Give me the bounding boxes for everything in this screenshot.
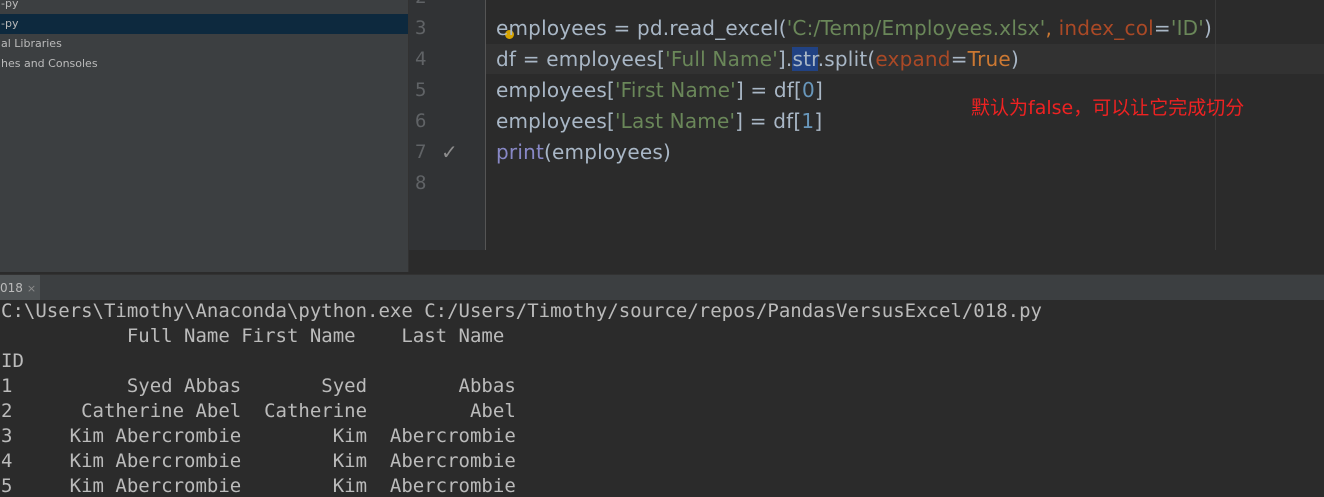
console-output-line: ID xyxy=(1,350,24,372)
code-line-6: employees['Last Name'] = df[1] xyxy=(496,109,823,133)
line-number: 8 xyxy=(415,172,427,194)
project-item-file-selected[interactable]: -py xyxy=(0,14,408,34)
console-output-line: 2 Catherine Abel Catherine Abel xyxy=(1,400,516,422)
line-number: 2 xyxy=(415,0,441,8)
project-item-label: al Libraries xyxy=(1,37,62,50)
console-output-line: 4 Kim Abercrombie Kim Abercrombie xyxy=(1,450,516,472)
console-command-line: C:\Users\Timothy\Anaconda\python.exe C:/… xyxy=(1,300,1042,322)
line-number: 4 xyxy=(415,48,427,70)
line-gutter: 2 3 4 5 6 7 ✓ 8 xyxy=(409,0,486,250)
code-line-7: print(employees) xyxy=(496,140,671,164)
run-console[interactable]: C:\Users\Timothy\Anaconda\python.exe C:/… xyxy=(0,300,1324,497)
run-tab-bar: 018 × xyxy=(0,274,1324,302)
close-icon[interactable]: × xyxy=(27,282,36,295)
checkmark-icon: ✓ xyxy=(441,140,458,164)
console-output-line: 1 Syed Abbas Syed Abbas xyxy=(1,375,516,397)
code-line-5: employees['First Name'] = df[0] xyxy=(496,78,823,102)
line-number: 5 xyxy=(415,79,427,101)
line-number: 3 xyxy=(415,17,427,39)
run-tab[interactable]: 018 × xyxy=(0,275,41,301)
code-line-4: df = employees['Full Name'].str.split(ex… xyxy=(496,47,1019,71)
project-item-label: hes and Consoles xyxy=(1,57,98,70)
right-margin-guide xyxy=(1215,0,1216,250)
project-item-file[interactable]: -py xyxy=(0,0,408,14)
line-number: 6 xyxy=(415,110,427,132)
project-item-external-libraries[interactable]: al Libraries xyxy=(0,34,408,54)
project-item-label: -py xyxy=(1,17,19,30)
code-editor[interactable]: 2 3 4 5 6 7 ✓ 8 employees = pd.read_exce… xyxy=(408,0,1324,272)
selected-text: str xyxy=(792,47,818,71)
code-line-3: employees = pd.read_excel('C:/Temp/Emplo… xyxy=(496,16,1212,40)
project-panel: -py -py al Libraries hes and Consoles xyxy=(0,0,408,272)
line-number: 7 xyxy=(415,141,427,163)
run-tab-label: 018 xyxy=(0,281,23,295)
editor-footer xyxy=(409,250,1324,272)
annotation-text: 默认为false，可以让它完成切分 xyxy=(971,97,1245,119)
console-output-line: 3 Kim Abercrombie Kim Abercrombie xyxy=(1,425,516,447)
console-output-line: 5 Kim Abercrombie Kim Abercrombie xyxy=(1,475,516,497)
project-item-scratches[interactable]: hes and Consoles xyxy=(0,54,408,74)
console-output-line: Full Name First Name Last Name xyxy=(1,325,505,347)
project-item-label: -py xyxy=(1,0,19,10)
